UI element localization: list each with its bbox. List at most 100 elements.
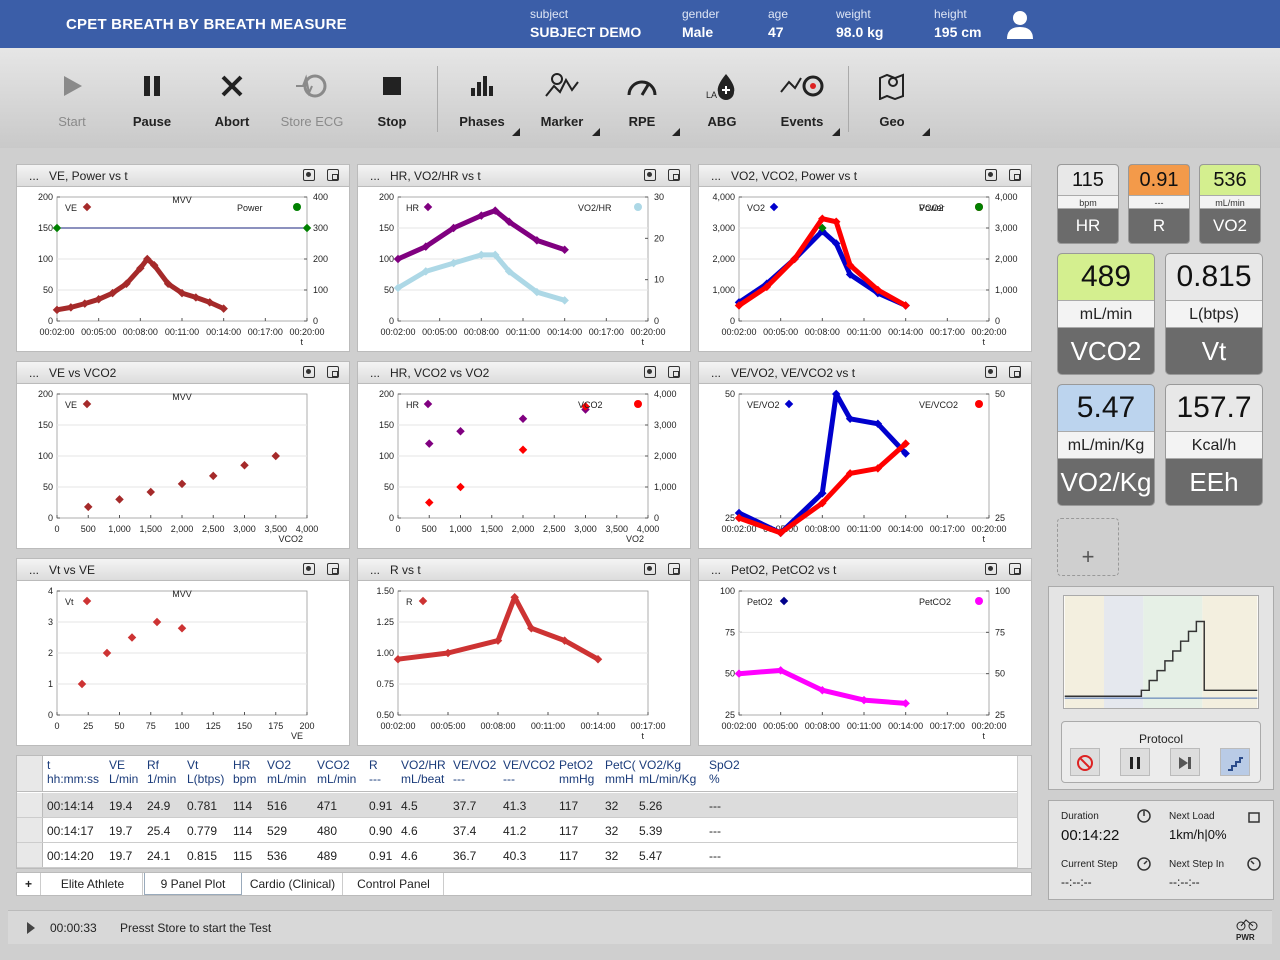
column-header[interactable]: t hh:mm:ss (47, 758, 99, 786)
value-box-eeh[interactable]: 157.7 Kcal/h EEh (1165, 384, 1263, 506)
x-tick-label: 3,500 (605, 524, 628, 534)
column-header[interactable]: Rf 1/min (147, 758, 176, 786)
zoom-icon[interactable] (1009, 563, 1021, 575)
snapshot-icon[interactable] (644, 169, 656, 181)
play-icon[interactable] (26, 921, 36, 935)
column-header[interactable]: VO2/HR mL/beat (401, 758, 446, 786)
row-selector[interactable] (17, 793, 43, 817)
row-header-corner (17, 756, 43, 791)
column-header[interactable]: VE/VO2 --- (453, 758, 496, 786)
value-box-vo2[interactable]: 536 mL/min VO2 (1199, 164, 1261, 244)
value-box-vco2[interactable]: 489 mL/min VCO2 (1057, 253, 1155, 375)
snapshot-icon[interactable] (303, 563, 315, 575)
value-box-r[interactable]: 0.91 --- R (1128, 164, 1190, 244)
table-row[interactable]: 00:14:20 19.7 24.1 0.815 115 536 489 0.91 4.6 36.… (17, 843, 1017, 868)
store-ecg-button[interactable]: Store ECG (274, 66, 350, 146)
y-tick-label: 50 (384, 285, 394, 295)
marker-icon (545, 73, 579, 97)
x-tick-label: 00:02:00 (380, 721, 415, 731)
snapshot-icon[interactable] (644, 366, 656, 378)
add-value-box[interactable]: + (1057, 518, 1119, 576)
duration-label: Duration (1061, 811, 1099, 822)
pause-protocol-button[interactable] (1120, 748, 1150, 776)
next-step-value: --:--:-- (1169, 875, 1200, 889)
snapshot-icon[interactable] (644, 563, 656, 575)
zoom-icon[interactable] (1009, 366, 1021, 378)
zoom-icon[interactable] (327, 366, 339, 378)
table-scrollbar[interactable] (1017, 756, 1031, 868)
panel-menu-button[interactable]: ... (29, 362, 39, 384)
next-step-button[interactable] (1170, 748, 1200, 776)
skip-next-icon (1179, 757, 1191, 769)
tab-9-panel-plot[interactable]: 9 Panel Plot (144, 873, 242, 895)
table-row[interactable]: 00:14:17 19.7 25.4 0.779 114 529 480 0.90 4.6 37.… (17, 818, 1017, 843)
zoom-icon[interactable] (668, 366, 680, 378)
events-button[interactable]: Events (764, 66, 840, 146)
user-icon[interactable] (1004, 8, 1036, 40)
geo-button[interactable]: Geo (854, 66, 930, 146)
box-value: 0.815 (1166, 254, 1262, 300)
phases-button[interactable]: Phases (444, 66, 520, 146)
subject-label: subject (530, 7, 569, 21)
tab-cardio-clinical[interactable]: Cardio (Clinical) (243, 873, 343, 895)
stop-button[interactable]: Stop (354, 66, 430, 146)
rpe-button[interactable]: RPE (604, 66, 680, 146)
snapshot-icon[interactable] (303, 366, 315, 378)
panel-menu-button[interactable]: ... (711, 165, 721, 187)
marker-button[interactable]: Marker (524, 66, 600, 146)
value-box-vo2-kg[interactable]: 5.47 mL/min/Kg VO2/Kg (1057, 384, 1155, 506)
table-cell: 516 (267, 799, 288, 813)
start-button[interactable]: Start (34, 66, 110, 146)
column-header[interactable]: VO2 mL/min (267, 758, 306, 786)
pause-button[interactable]: Pause (114, 66, 190, 146)
snapshot-icon[interactable] (985, 563, 997, 575)
panel-menu-button[interactable]: ... (370, 362, 380, 384)
zoom-icon[interactable] (668, 563, 680, 575)
column-header[interactable]: VCO2 mL/min (317, 758, 356, 786)
box-unit: mL/min/Kg (1058, 431, 1154, 459)
panel-menu-button[interactable]: ... (370, 559, 380, 581)
legend-marker (975, 597, 983, 605)
x-tick-label: 2,000 (512, 524, 535, 534)
value-box-hr[interactable]: 115 bpm HR (1057, 164, 1119, 244)
protocol-edit-button[interactable] (1220, 748, 1250, 776)
tab-elite-athlete[interactable]: Elite Athlete (43, 873, 143, 895)
table-row[interactable]: 00:14:14 19.4 24.9 0.781 114 516 471 0.91 4.5 37.… (17, 793, 1017, 818)
zoom-icon[interactable] (668, 169, 680, 181)
snapshot-icon[interactable] (303, 169, 315, 181)
column-header[interactable]: VO2/Kg mL/min/Kg (639, 758, 696, 786)
snapshot-icon[interactable] (985, 366, 997, 378)
close-icon (221, 75, 243, 97)
cancel-protocol-button[interactable] (1070, 748, 1100, 776)
column-header[interactable]: PetC(mmH (605, 758, 636, 786)
column-header[interactable]: PetO2 mmHg (559, 758, 594, 786)
column-header[interactable]: SpO2% (709, 758, 740, 786)
column-header[interactable]: VE L/min (109, 758, 138, 786)
panel-menu-button[interactable]: ... (29, 165, 39, 187)
zoom-icon[interactable] (1009, 169, 1021, 181)
zoom-icon[interactable] (327, 169, 339, 181)
row-selector[interactable] (17, 818, 43, 842)
row-selector[interactable] (17, 843, 43, 867)
zoom-icon[interactable] (327, 563, 339, 575)
column-header[interactable]: Vt L(btps) (187, 758, 224, 786)
value-box-vt[interactable]: 0.815 L(btps) Vt (1165, 253, 1263, 375)
panel-menu-button[interactable]: ... (711, 362, 721, 384)
panel-menu-button[interactable]: ... (711, 559, 721, 581)
geo-label: Geo (879, 114, 905, 129)
column-header[interactable]: VE/VCO2 --- (503, 758, 555, 786)
add-tab-button[interactable]: + (17, 873, 41, 895)
abort-button[interactable]: Abort (194, 66, 270, 146)
x-axis-label: t (641, 731, 644, 741)
y2-tick-label: 200 (313, 254, 328, 264)
column-header[interactable]: HR bpm (233, 758, 256, 786)
snapshot-icon[interactable] (985, 169, 997, 181)
panel-menu-button[interactable]: ... (370, 165, 380, 187)
y2-tick-label: 400 (313, 192, 328, 202)
tab-control-panel[interactable]: Control Panel (344, 873, 444, 895)
column-header[interactable]: R --- (369, 758, 381, 786)
annotation: MVV (172, 392, 192, 402)
y-tick-label: 1.00 (376, 648, 394, 658)
panel-menu-button[interactable]: ... (29, 559, 39, 581)
abg-button[interactable]: LA ABG (684, 66, 760, 146)
